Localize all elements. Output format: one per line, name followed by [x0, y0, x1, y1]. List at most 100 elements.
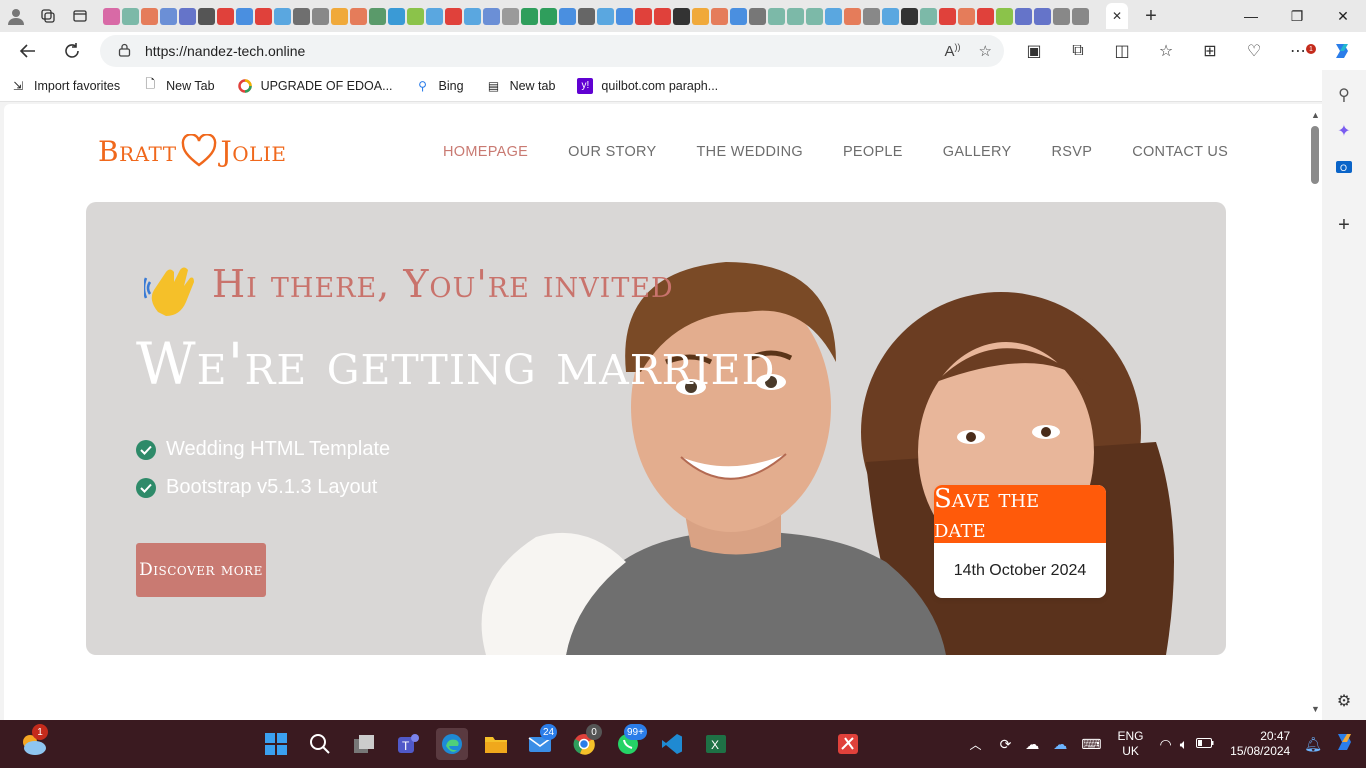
favorite-item-import[interactable]: ⇲ Import favorites [10, 78, 120, 94]
restore-icon[interactable]: ❐ [1274, 0, 1320, 32]
tab-favicon-icon[interactable] [996, 7, 1013, 25]
collections-icon[interactable]: ⊞ [1188, 32, 1232, 70]
tab-favicon-icon[interactable] [692, 7, 709, 25]
tab-favicon-icon[interactable] [673, 7, 690, 25]
tab-actions-icon[interactable] [64, 0, 96, 32]
volume-icon[interactable]: 🔈︎ [1180, 736, 1188, 753]
browser-essentials-icon[interactable]: ♡ [1232, 32, 1276, 70]
teams-icon[interactable]: T [392, 728, 424, 760]
tab-favicon-icon[interactable] [825, 7, 842, 25]
sidebar-settings-icon[interactable]: ⚙ [1329, 686, 1359, 716]
tab-favicon-icon[interactable] [407, 7, 424, 25]
new-tab-button[interactable]: + [1136, 1, 1166, 31]
start-icon[interactable] [260, 728, 292, 760]
tab-favicon-icon[interactable] [1072, 7, 1089, 25]
tab-favicon-icon[interactable] [198, 7, 215, 25]
nav-rsvp[interactable]: RSVP [1052, 144, 1093, 160]
nav-the-wedding[interactable]: THE WEDDING [697, 144, 803, 160]
minimize-icon[interactable]: — [1228, 0, 1274, 32]
read-aloud-icon[interactable]: A)) [945, 42, 961, 60]
refresh-icon[interactable] [54, 33, 90, 69]
split-screen-icon[interactable]: ◫ [1100, 32, 1144, 70]
settings-more-icon[interactable]: ⋯ 1 [1276, 32, 1320, 70]
nav-homepage[interactable]: HOMEPAGE [443, 144, 528, 160]
discover-more-button[interactable]: Discover more [136, 543, 266, 597]
tab-favicon-icon[interactable] [977, 7, 994, 25]
tab-favicon-icon[interactable] [274, 7, 291, 25]
tab-favicon-icon[interactable] [635, 7, 652, 25]
tab-favicon-icon[interactable] [255, 7, 272, 25]
tab-favicon-icon[interactable] [901, 7, 918, 25]
tab-favicon-icon[interactable] [844, 7, 861, 25]
tab-favicon-icon[interactable] [369, 7, 386, 25]
file-explorer-icon[interactable] [480, 728, 512, 760]
nav-our-story[interactable]: OUR STORY [568, 144, 656, 160]
keyboard-icon[interactable]: ⌨ [1081, 736, 1101, 753]
sidebar-copilot-icon[interactable]: ✦ [1329, 116, 1359, 146]
tab-favicon-icon[interactable] [483, 7, 500, 25]
tab-favicon-icon[interactable] [711, 7, 728, 25]
onedrive-icon[interactable]: ☁ [1053, 736, 1067, 753]
weather-widget-icon[interactable]: 1 [18, 724, 48, 758]
edge-taskbar-icon[interactable] [436, 728, 468, 760]
copilot-preview-icon[interactable] [1334, 731, 1356, 758]
tab-favicon-icon[interactable] [217, 7, 234, 25]
tab-favicon-icon[interactable] [654, 7, 671, 25]
tab-favicon-icon[interactable] [559, 7, 576, 25]
tab-favicon-icon[interactable] [730, 7, 747, 25]
tab-favicon-icon[interactable] [749, 7, 766, 25]
favorites-icon[interactable]: ☆ [1144, 32, 1188, 70]
copilot-icon[interactable] [1320, 32, 1364, 70]
tab-favicon-icon[interactable] [103, 7, 120, 25]
scroll-down-icon[interactable]: ▼ [1311, 704, 1320, 714]
task-view-icon[interactable] [348, 728, 380, 760]
language-indicator[interactable]: ENG UK [1118, 729, 1144, 759]
sync-icon[interactable]: ⟳ [1000, 736, 1012, 753]
tab-favicon-icon[interactable] [806, 7, 823, 25]
wifi-icon[interactable]: ◠ [1160, 736, 1172, 753]
nav-gallery[interactable]: GALLERY [943, 144, 1012, 160]
active-tab-close-icon[interactable]: ✕ [1106, 3, 1128, 29]
tab-favicon-icon[interactable] [540, 7, 557, 25]
tab-favicon-icon[interactable] [1053, 7, 1070, 25]
tab-favicon-icon[interactable] [597, 7, 614, 25]
scroll-up-icon[interactable]: ▲ [1311, 110, 1320, 120]
favorite-item-quillbot[interactable]: y! quilbot.com paraph... [577, 77, 718, 94]
sidebar-outlook-icon[interactable]: O [1329, 152, 1359, 182]
search-taskbar-icon[interactable] [304, 728, 336, 760]
snipping-tool-icon[interactable] [832, 728, 864, 760]
url-field[interactable]: https://nandez-tech.online A)) ☆ [100, 35, 1004, 67]
tab-favicon-icon[interactable] [920, 7, 937, 25]
profile-icon[interactable] [0, 0, 32, 32]
tab-favicon-icon[interactable] [502, 7, 519, 25]
battery-icon[interactable] [1196, 735, 1214, 753]
tab-favicon-icon[interactable] [882, 7, 899, 25]
tab-favicon-icon[interactable] [521, 7, 538, 25]
mail-icon[interactable]: 24 [524, 724, 558, 760]
tab-favicon-icon[interactable] [1015, 7, 1032, 25]
nav-contact-us[interactable]: CONTACT US [1132, 144, 1228, 160]
tab-favicon-icon[interactable] [141, 7, 158, 25]
tab-favicon-icon[interactable] [863, 7, 880, 25]
tab-favicon-icon[interactable] [388, 7, 405, 25]
tab-favicon-icon[interactable] [236, 7, 253, 25]
tab-favicon-icon[interactable] [464, 7, 481, 25]
nav-people[interactable]: PEOPLE [843, 144, 903, 160]
notification-bell-icon[interactable]: 🔔︎ [1304, 736, 1322, 753]
back-icon[interactable] [10, 33, 46, 69]
close-window-icon[interactable]: ✕ [1320, 0, 1366, 32]
favorite-item-new-tab[interactable]: 🗋 New Tab [142, 77, 214, 94]
favorite-item-bing[interactable]: ⚲ Bing [415, 78, 463, 94]
tab-favicon-icon[interactable] [1034, 7, 1051, 25]
vscode-icon[interactable] [656, 728, 688, 760]
sidebar-search-icon[interactable]: ⚲ [1329, 80, 1359, 110]
sidebar-add-icon[interactable]: + [1329, 210, 1359, 240]
tab-favicon-icon[interactable] [293, 7, 310, 25]
tab-favicon-icon[interactable] [179, 7, 196, 25]
scroll-thumb[interactable] [1311, 126, 1319, 184]
workspaces-icon[interactable] [32, 0, 64, 32]
tab-favicon-icon[interactable] [122, 7, 139, 25]
favorite-item-new-tab-2[interactable]: ▤ New tab [486, 78, 556, 94]
tab-favicon-icon[interactable] [331, 7, 348, 25]
extensions-icon[interactable]: ⧉ [1056, 32, 1100, 70]
